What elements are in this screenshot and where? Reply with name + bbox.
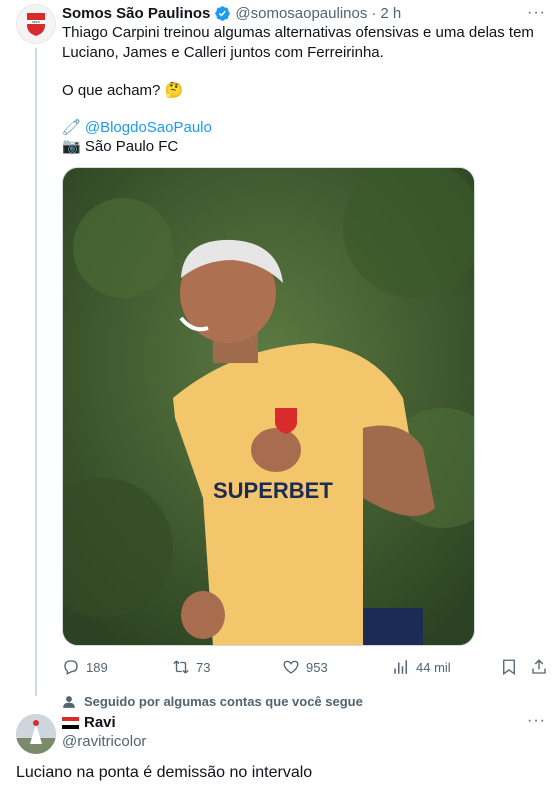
camera-emoji: 📷	[62, 138, 81, 155]
views-button[interactable]: 44 mil	[392, 656, 451, 678]
tweet-header: Somos São Paulinos @somosaopaulinos · 2 …	[62, 4, 401, 22]
reply-header: Ravi	[62, 714, 116, 731]
views-count: 44 mil	[416, 659, 451, 675]
views-icon	[394, 660, 407, 674]
thread-line	[35, 48, 37, 696]
share-button[interactable]	[530, 656, 548, 678]
reply-icon	[64, 660, 78, 675]
tweet-time[interactable]: 2 h	[380, 5, 401, 22]
credit-link[interactable]: @BlogdoSaoPaulo	[85, 119, 212, 136]
tweet-question: O que acham? 🤔	[62, 81, 183, 101]
like-button[interactable]: 953	[282, 656, 328, 678]
photo-credit: 📷 São Paulo FC	[62, 137, 178, 157]
bookmark-button[interactable]	[500, 656, 518, 678]
author-name[interactable]: Somos São Paulinos	[62, 5, 210, 22]
share-icon	[532, 659, 546, 674]
retweet-count: 73	[196, 659, 211, 675]
svg-text:SPFC: SPFC	[32, 20, 41, 24]
retweet-icon	[173, 660, 189, 674]
tweet-actions: 189 73 953 44 mil	[62, 656, 550, 678]
social-context: Seguido por algumas contas que você segu…	[62, 694, 363, 709]
reply-avatar[interactable]	[16, 714, 56, 754]
tweet-text-line-1: Thiago Carpini treinou algumas alternati…	[62, 24, 534, 41]
tweet-image[interactable]: SUPERBET	[62, 167, 475, 646]
author-handle[interactable]: @somosaopaulinos	[235, 5, 367, 22]
tweet-text-line-2: Luciano, James e Calleri juntos com Ferr…	[62, 44, 384, 61]
reply-author-handle[interactable]: @ravitricolor	[62, 733, 146, 750]
reply-author-name[interactable]: Ravi	[84, 714, 116, 731]
like-count: 953	[306, 659, 328, 675]
social-context-text: Seguido por algumas contas que você segu…	[84, 694, 363, 709]
reply-more-options-button[interactable]: ···	[527, 712, 546, 730]
like-icon	[283, 660, 299, 674]
tweet-credit: 🧷 @BlogdoSaoPaulo	[62, 118, 212, 138]
bookmark-icon	[503, 659, 515, 676]
flag-icon	[62, 716, 79, 729]
person-icon	[63, 695, 75, 708]
reply-avatar-image	[16, 714, 56, 754]
club-crest-icon: SPFC	[27, 13, 45, 36]
pin-emoji: 🧷	[62, 119, 81, 136]
player-photo: SUPERBET	[63, 168, 474, 645]
reply-text: Luciano na ponta é demissão no intervalo	[16, 764, 313, 781]
question-text: O que acham?	[62, 82, 161, 99]
photo-credit-text: São Paulo FC	[84, 138, 179, 155]
thinking-emoji: 🤔	[164, 82, 184, 99]
author-avatar[interactable]: SPFC	[16, 4, 56, 44]
verified-icon	[215, 5, 231, 21]
more-options-button[interactable]: ···	[527, 4, 546, 22]
reply-count: 189	[86, 659, 108, 675]
reply-button[interactable]: 189	[62, 656, 108, 678]
retweet-button[interactable]: 73	[172, 656, 210, 678]
separator: ·	[371, 4, 377, 22]
svg-text:SUPERBET: SUPERBET	[213, 478, 333, 503]
